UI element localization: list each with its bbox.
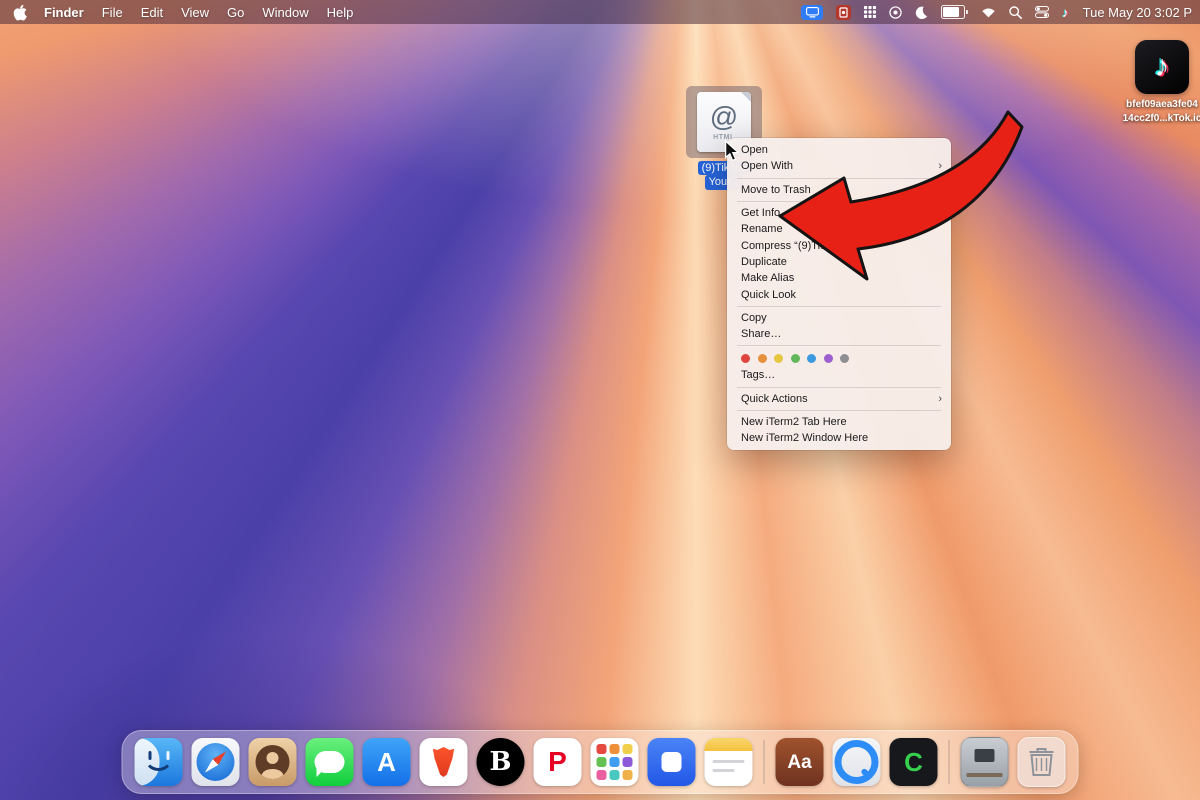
tag-color-dot[interactable] — [741, 354, 750, 363]
dock-blue-tile-icon[interactable] — [648, 738, 696, 786]
menubar-clock[interactable]: Tue May 20 3:02 P — [1083, 5, 1192, 20]
dock-contacts-icon[interactable] — [249, 738, 297, 786]
menubar-item-help[interactable]: Help — [318, 5, 363, 20]
menu-item-label: Quick Look — [741, 289, 796, 301]
tag-color-dot[interactable] — [840, 354, 849, 363]
dock-pinterest-icon[interactable]: P — [534, 738, 582, 786]
menu-item-label: Move to Trash — [741, 184, 811, 196]
dock-color-grid-icon[interactable] — [591, 738, 639, 786]
menu-item-label: Share… — [741, 328, 781, 340]
menubar-item-edit[interactable]: Edit — [132, 5, 172, 20]
desktop-wallpaper — [0, 0, 1200, 800]
menu-item-move-to-trash[interactable]: Move to Trash — [727, 182, 951, 198]
menu-item-label: Open With — [741, 160, 793, 172]
dock-safari-icon[interactable] — [192, 738, 240, 786]
apple-menu-icon[interactable] — [8, 4, 35, 21]
tag-color-dot[interactable] — [791, 354, 800, 363]
record-app-icon[interactable] — [836, 5, 851, 20]
dock-trash-icon[interactable] — [1018, 738, 1066, 786]
submenu-chevron-icon: › — [938, 393, 942, 405]
menu-separator — [737, 410, 941, 411]
grid-calendar-icon[interactable] — [864, 6, 876, 18]
status-circle-icon[interactable] — [889, 6, 902, 19]
control-center-icon[interactable] — [1035, 6, 1049, 18]
spotlight-search-icon[interactable] — [1009, 6, 1022, 19]
menu-item-open[interactable]: Open — [727, 142, 951, 158]
menu-item-label: Quick Actions — [741, 393, 808, 405]
tiktok-note-icon[interactable]: ♪ — [1062, 6, 1069, 19]
menu-separator — [737, 201, 941, 202]
desktop-file-tiktok-image[interactable]: ♪ bfef09aea3fe04 14cc2f0...kTok.ic — [1134, 40, 1190, 125]
menubar-menus: FinderFileEditViewGoWindowHelp — [8, 4, 362, 21]
menu-item-label: Make Alias — [741, 272, 794, 284]
dock-dictionary-icon[interactable]: Aa — [776, 738, 824, 786]
menu-item-rename[interactable]: Rename — [727, 221, 951, 237]
dock: A BP Aa C — [122, 730, 1079, 794]
screen-mirroring-icon[interactable] — [801, 5, 823, 20]
menu-item-label: Tags… — [741, 369, 775, 381]
menu-item-compress-9-ti[interactable]: Compress “(9)Ti…” — [727, 237, 951, 253]
menu-item-label: Rename — [741, 223, 783, 235]
tiktok-note-glyph: ♪ — [1155, 52, 1170, 82]
tag-color-dot[interactable] — [758, 354, 767, 363]
menu-item-copy[interactable]: Copy — [727, 310, 951, 326]
menubar-item-window[interactable]: Window — [253, 5, 317, 20]
menubar-item-view[interactable]: View — [172, 5, 218, 20]
corner-file-label: bfef09aea3fe04 14cc2f0...kTok.ic — [1123, 98, 1200, 125]
menu-item-new-iterm2-window-here[interactable]: New iTerm2 Window Here — [727, 430, 951, 446]
dock-black-circle-b-icon[interactable]: B — [477, 738, 525, 786]
menu-item-open-with[interactable]: Open With › — [727, 158, 951, 174]
menu-item-label: New iTerm2 Tab Here — [741, 416, 847, 428]
menu-bar: FinderFileEditViewGoWindowHelp ♪ Tue May … — [0, 0, 1200, 24]
menu-separator — [737, 345, 941, 346]
battery-icon[interactable] — [941, 5, 968, 19]
menubar-status-area: ♪ Tue May 20 3:02 P — [801, 5, 1192, 20]
menu-item-label: Get Info — [741, 207, 780, 219]
context-menu: Open Open With › Move to Trash Get Info Renam… — [727, 138, 951, 450]
dock-messages-icon[interactable] — [306, 738, 354, 786]
menu-item-label: Open — [741, 144, 768, 156]
dock-notes-icon[interactable] — [705, 738, 753, 786]
dock-finder-icon[interactable] — [135, 738, 183, 786]
corner-file-label-line1: bfef09aea3fe04 — [1126, 99, 1198, 110]
menu-item-quick-actions[interactable]: Quick Actions › — [727, 391, 951, 407]
dock-separator — [949, 740, 950, 784]
focus-moon-icon[interactable] — [915, 6, 928, 19]
menu-item-get-info[interactable]: Get Info — [727, 205, 951, 221]
submenu-chevron-icon: › — [938, 160, 942, 172]
menu-separator — [737, 387, 941, 388]
tag-color-dot[interactable] — [824, 354, 833, 363]
menu-item-tags[interactable]: Tags… — [727, 367, 951, 383]
tag-color-dot[interactable] — [807, 354, 816, 363]
menu-separator — [737, 306, 941, 307]
menubar-item-file[interactable]: File — [93, 5, 132, 20]
menu-item-share[interactable]: Share… — [727, 326, 951, 342]
dock-brave-icon[interactable] — [420, 738, 468, 786]
menubar-item-finder[interactable]: Finder — [35, 5, 93, 20]
menu-item-label: Duplicate — [741, 256, 787, 268]
dock-desktop-preview-icon[interactable] — [961, 738, 1009, 786]
tiktok-app-icon: ♪ — [1135, 40, 1189, 94]
tag-color-row — [727, 349, 951, 367]
menu-item-make-alias[interactable]: Make Alias — [727, 270, 951, 286]
menu-item-duplicate[interactable]: Duplicate — [727, 254, 951, 270]
menu-item-label: Compress “(9)Ti…” — [741, 240, 835, 252]
dock-camtasia-icon[interactable]: C — [890, 738, 938, 786]
tag-color-dot[interactable] — [774, 354, 783, 363]
at-symbol-glyph: @ — [710, 103, 738, 131]
menubar-item-go[interactable]: Go — [218, 5, 253, 20]
dock-separator — [764, 740, 765, 784]
menu-item-label: New iTerm2 Window Here — [741, 432, 868, 444]
menu-item-label: Copy — [741, 312, 767, 324]
dock-quicktime-icon[interactable] — [833, 738, 881, 786]
menu-separator — [737, 178, 941, 179]
menu-item-new-iterm2-tab-here[interactable]: New iTerm2 Tab Here — [727, 414, 951, 430]
wifi-icon[interactable] — [981, 7, 996, 18]
corner-file-label-line2: 14cc2f0...kTok.ic — [1123, 113, 1200, 124]
menu-item-quick-look[interactable]: Quick Look — [727, 286, 951, 302]
dock-app-store-icon[interactable]: A — [363, 738, 411, 786]
